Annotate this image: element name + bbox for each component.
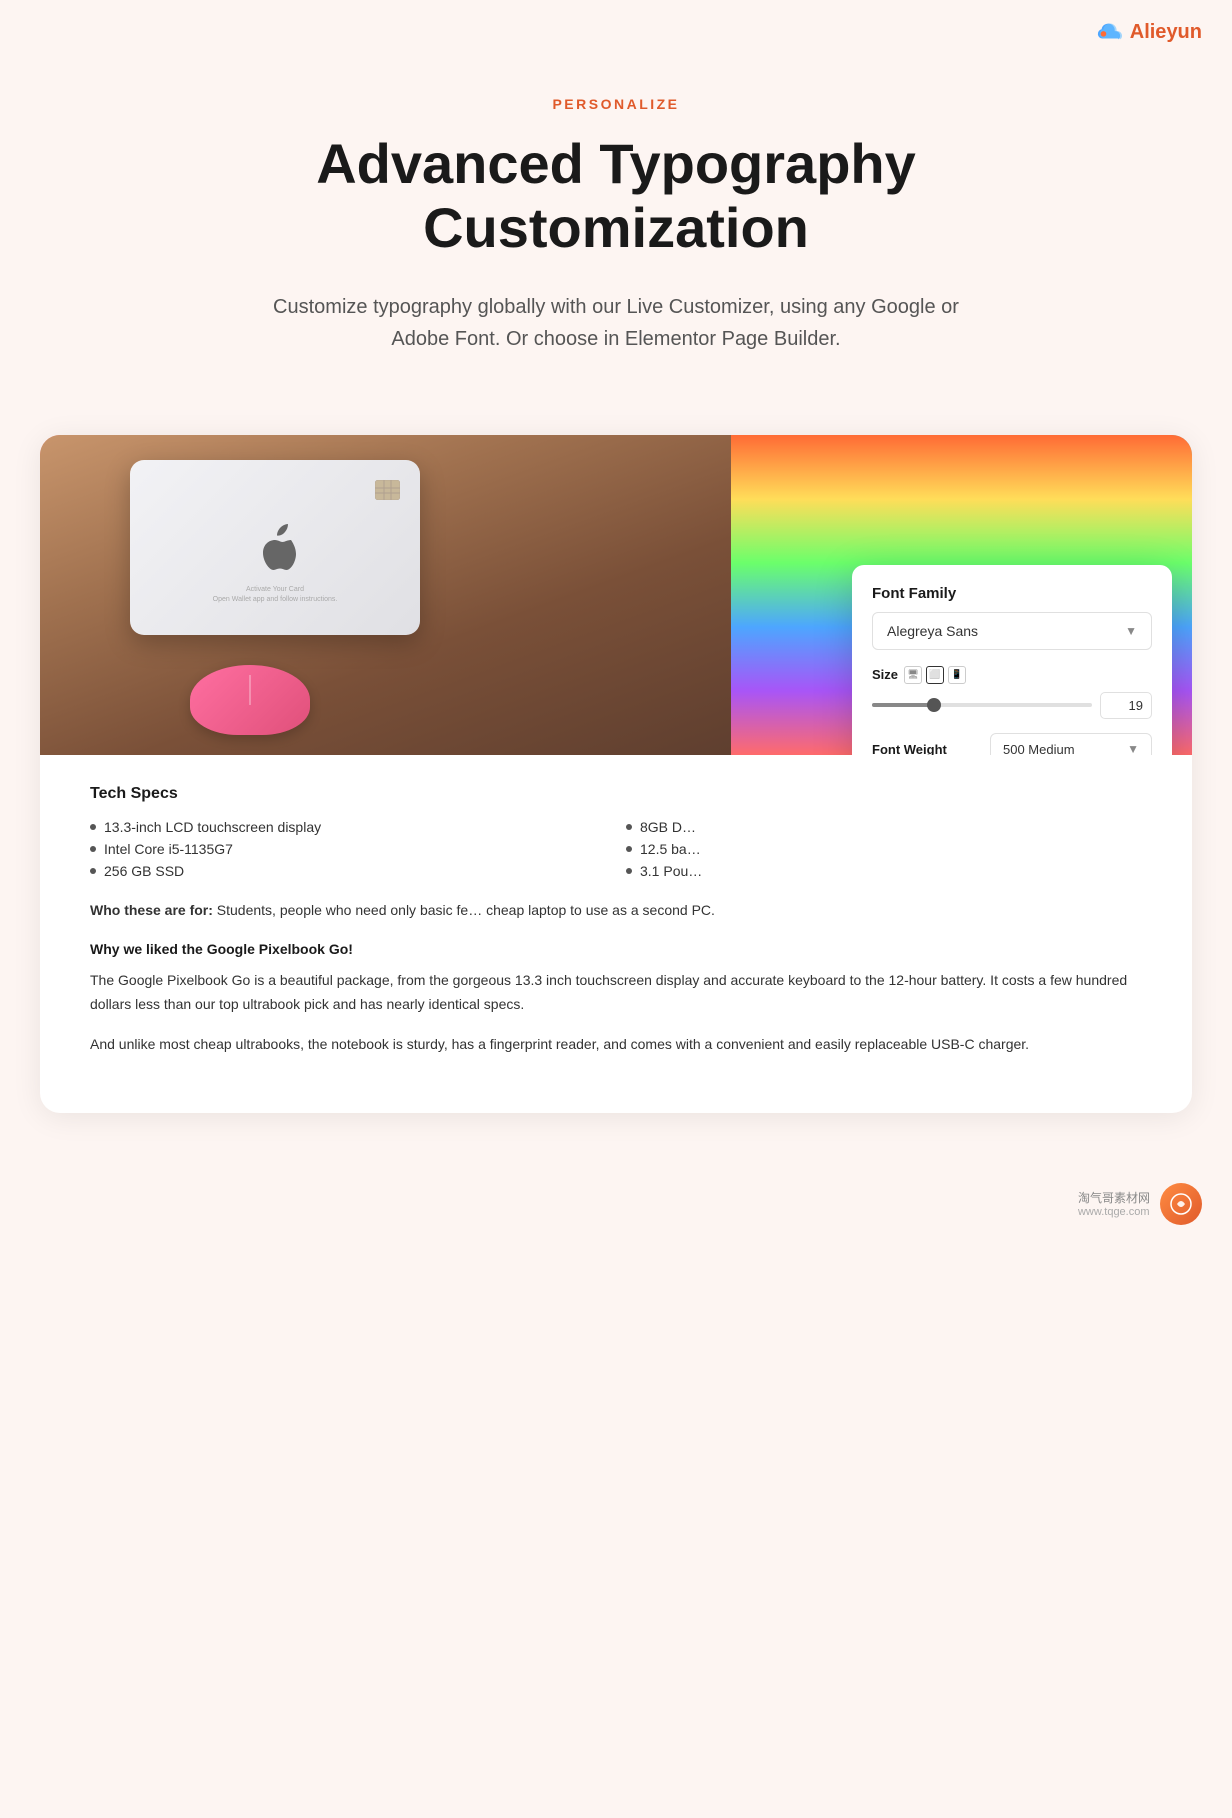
size-label: Size bbox=[872, 667, 898, 682]
mouse-line bbox=[249, 675, 251, 705]
typography-panel: Font Family Alegreya Sans ▼ Size 🖥 ⬜ 📱 bbox=[852, 565, 1172, 755]
main-card: Activate Your CardOpen Wallet app and fo… bbox=[40, 435, 1192, 1113]
pink-mouse-visual bbox=[190, 665, 310, 735]
taqge-icon bbox=[1160, 1183, 1202, 1225]
size-row: Size 🖥 ⬜ 📱 19 bbox=[872, 666, 1152, 719]
taqge-logo-icon bbox=[1170, 1193, 1192, 1215]
product-image-area: Activate Your CardOpen Wallet app and fo… bbox=[40, 435, 1192, 755]
bullet-icon bbox=[90, 824, 96, 830]
hero-section: PERSONALIZE Advanced Typography Customiz… bbox=[0, 56, 1232, 435]
bullet-icon bbox=[626, 868, 632, 874]
brand-name: Alieyun bbox=[1130, 21, 1202, 44]
bullet-icon bbox=[90, 846, 96, 852]
top-bar: Alieyun bbox=[0, 0, 1232, 56]
spec-item: 256 GB SSD bbox=[90, 863, 606, 879]
specs-grid: 13.3-inch LCD touchscreen display 8GB D…… bbox=[90, 819, 1142, 879]
taqge-line1: 淘气哥素材网 bbox=[1078, 1189, 1150, 1206]
hero-title: Advanced Typography Customization bbox=[20, 132, 1212, 261]
size-slider-row: 19 bbox=[872, 692, 1152, 719]
bullet-icon bbox=[626, 846, 632, 852]
spec-item: 3.1 Pou… bbox=[626, 863, 1142, 879]
spec-item: 8GB D… bbox=[626, 819, 1142, 835]
chip-visual bbox=[375, 480, 400, 505]
apple-logo-visual bbox=[250, 517, 300, 577]
size-responsive-icons: 🖥 ⬜ 📱 bbox=[904, 666, 966, 684]
brand-logo: Alieyun bbox=[1096, 18, 1202, 46]
font-weight-row: Font Weight 500 Medium ▼ bbox=[872, 733, 1152, 755]
font-weight-value: 500 Medium bbox=[1003, 742, 1075, 755]
size-slider-thumb[interactable] bbox=[927, 698, 941, 712]
body-para-2: And unlike most cheap ultrabooks, the no… bbox=[90, 1033, 1142, 1057]
why-liked-title: Why we liked the Google Pixelbook Go! bbox=[90, 941, 1142, 957]
spec-item: 12.5 ba… bbox=[626, 841, 1142, 857]
spec-item: 13.3-inch LCD touchscreen display bbox=[90, 819, 606, 835]
font-weight-dropdown[interactable]: 500 Medium ▼ bbox=[990, 733, 1152, 755]
who-for-label: Who these are for: bbox=[90, 902, 213, 918]
mobile-icon[interactable]: 📱 bbox=[948, 666, 966, 684]
font-family-dropdown[interactable]: Alegreya Sans ▼ bbox=[872, 612, 1152, 650]
desktop-icon[interactable]: 🖥 bbox=[904, 666, 922, 684]
apple-card-visual: Activate Your CardOpen Wallet app and fo… bbox=[130, 460, 420, 635]
size-slider-fill bbox=[872, 703, 934, 707]
hero-subtitle: Customize typography globally with our L… bbox=[266, 291, 966, 355]
body-para-1: The Google Pixelbook Go is a beautiful p… bbox=[90, 969, 1142, 1017]
size-slider-track[interactable] bbox=[872, 703, 1092, 707]
personalize-label: PERSONALIZE bbox=[20, 96, 1212, 112]
tablet-icon[interactable]: ⬜ bbox=[926, 666, 944, 684]
hand-visual: Activate Your CardOpen Wallet app and fo… bbox=[40, 435, 789, 755]
taqge-text-area: 淘气哥素材网 www.tqge.com bbox=[1078, 1189, 1150, 1218]
font-family-value: Alegreya Sans bbox=[887, 623, 978, 639]
taqge-line2: www.tqge.com bbox=[1078, 1206, 1150, 1218]
bullet-icon bbox=[626, 824, 632, 830]
size-header: Size 🖥 ⬜ 📱 bbox=[872, 666, 1152, 684]
content-area: Tech Specs 13.3-inch LCD touchscreen dis… bbox=[40, 755, 1192, 1113]
taqge-watermark-area: 淘气哥素材网 www.tqge.com bbox=[0, 1173, 1232, 1255]
size-value-input[interactable]: 19 bbox=[1100, 692, 1152, 719]
font-family-label: Font Family bbox=[872, 585, 1152, 602]
bullet-icon bbox=[90, 868, 96, 874]
dropdown-arrow-icon: ▼ bbox=[1125, 624, 1137, 638]
font-weight-label: Font Weight bbox=[872, 742, 982, 755]
tech-specs-title: Tech Specs bbox=[90, 785, 1142, 803]
font-weight-arrow-icon: ▼ bbox=[1127, 742, 1139, 755]
spec-item: Intel Core i5-1135G7 bbox=[90, 841, 606, 857]
card-small-text: Activate Your CardOpen Wallet app and fo… bbox=[150, 585, 400, 605]
who-for-text: Who these are for: Students, people who … bbox=[90, 899, 1142, 921]
cloud-logo-icon bbox=[1096, 18, 1124, 46]
